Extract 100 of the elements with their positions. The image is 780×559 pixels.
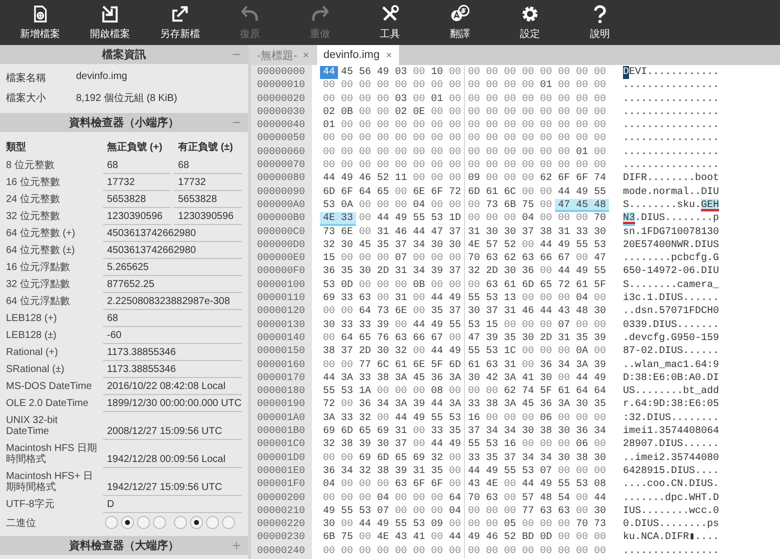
bit-radio[interactable] (121, 516, 134, 529)
hex-bytes: 32 38 39 30 37 00 44 49 (322, 438, 462, 452)
type-label: OLE 2.0 DateTime (6, 397, 90, 411)
value-field[interactable]: 1942/12/27 15:09:56 UTC (103, 479, 242, 496)
bit-radio[interactable] (153, 516, 166, 529)
offset-label: 000000F0 (257, 265, 306, 279)
ascii-text: 0339.DIUS....... (623, 318, 720, 332)
offset-label: 000000A0 (257, 198, 306, 212)
hex-bytes: 49 55 53 07 00 00 00 04 (322, 504, 462, 518)
type-label: UNIX 32-bit DateTime (6, 414, 59, 439)
hex-bytes: 36 35 30 2D 31 34 39 37 (322, 265, 462, 279)
value-field[interactable]: 1173.38855346 (103, 361, 242, 378)
bit-radio[interactable] (222, 516, 235, 529)
expand-icon[interactable] (231, 540, 242, 551)
hex-bytes: 30 33 33 39 00 44 49 55 (322, 318, 462, 332)
ascii-text: D:38:E6:0B:A0.DI (623, 372, 720, 386)
hex-bytes: 00 00 00 00 00 00 01 00 (467, 146, 608, 160)
type-label: 64 位元整數 (±) (6, 244, 76, 258)
hex-bytes: 6D 61 6C 00 00 44 49 55 (467, 186, 608, 199)
hex-bytes: 47 39 35 30 2D 31 35 39 (467, 332, 608, 346)
ascii-text: ................ (623, 106, 720, 120)
hex-bytes: 00 44 49 55 53 1D (358, 212, 462, 226)
open-file-button[interactable]: 開啟檔案 (75, 0, 145, 45)
hex-bytes: 00 00 00 00 00 00 00 00 (467, 66, 608, 80)
ascii-text: DIFR........boot (623, 172, 720, 186)
ascii-text: EVI............ (629, 66, 720, 80)
hex-bytes: 00 00 69 6D 65 69 32 00 (322, 452, 462, 465)
hex-bytes: 32 30 45 35 37 34 30 30 (322, 238, 462, 252)
info-value: devinfo.img (76, 71, 128, 84)
translate-button[interactable]: 翻譯 (425, 0, 495, 45)
panel-header[interactable]: 資料檢查器（小端序） (0, 113, 248, 132)
ascii-text: 87-02.DIUS...... (623, 345, 720, 359)
hex-bytes: 00 00 64 73 6E 00 35 37 (322, 305, 462, 319)
settings-button[interactable]: 設定 (495, 0, 565, 45)
hex-bytes: 00 00 62 74 5F 61 64 64 (467, 385, 608, 398)
hex-bytes: 44 3A 33 38 3A 45 36 3A (322, 372, 462, 386)
file-tab[interactable]: devinfo.img (317, 45, 399, 65)
value-field[interactable]: 1230390596 (103, 208, 171, 225)
type-label: UTF-8字元 (6, 498, 56, 512)
ascii-text: 6428915.DIUS.... (623, 464, 720, 478)
value-field[interactable]: 17732 (103, 174, 171, 191)
close-icon[interactable] (384, 51, 393, 59)
bit-radio[interactable] (190, 516, 203, 529)
value-field[interactable]: -60 (103, 327, 242, 344)
help-button[interactable]: 說明 (565, 0, 635, 45)
bit-radio[interactable] (206, 516, 219, 529)
ascii-text: 28907.DIUS...... (623, 438, 720, 452)
panel-header[interactable]: 檔案資訊 (0, 45, 248, 64)
offset-label: 00000090 (257, 186, 306, 199)
ascii-text: IUS........wcc.0 (623, 504, 720, 518)
settings-icon (520, 4, 540, 24)
value-field[interactable]: 17732 (174, 174, 242, 191)
offset-label: 00000170 (257, 372, 306, 386)
value-field[interactable]: 1899/12/30 00:00:00.000 UTC (103, 395, 242, 412)
value-field[interactable]: 1942/12/28 00:09:56 Local (103, 451, 242, 468)
ascii-text: .DIUS........p (635, 212, 720, 226)
ascii-text: .......dpc.WHT.D (623, 492, 720, 505)
value-field[interactable]: 68 (103, 157, 171, 174)
hex-bytes: 00 00 00 00 00 00 00 00 (467, 92, 608, 106)
new-file-button[interactable]: 新增檔案 (5, 0, 75, 45)
ascii-text: ................ (623, 79, 720, 93)
type-label: SRational (±) (6, 363, 66, 377)
offset-label: 00000060 (257, 146, 306, 160)
value-field[interactable]: 5653828 (103, 191, 171, 208)
type-label: 16 位元浮點數 (6, 260, 71, 275)
value-field[interactable]: 5653828 (174, 191, 242, 208)
offset-label: 00000150 (257, 345, 306, 359)
value-field[interactable]: D (103, 496, 242, 513)
translate-bubbles-icon (450, 4, 470, 24)
value-field[interactable]: 5.265625 (103, 259, 242, 276)
hex-bytes: 31 30 30 37 38 31 33 30 (467, 226, 608, 239)
value-field[interactable]: 1230390596 (174, 208, 242, 225)
ascii-text: ..dsn.57071FDCH0 (623, 305, 720, 319)
value-field[interactable]: 877652.25 (103, 276, 242, 293)
value-field[interactable]: 68 (103, 310, 242, 327)
hex-bytes: 70 63 00 57 48 54 00 44 (467, 492, 608, 505)
hex-bytes: 33 35 37 34 34 30 38 30 (467, 452, 608, 465)
save-as-button[interactable]: 另存新檔 (145, 0, 215, 45)
column-header: 類型 (6, 140, 27, 155)
hex-bytes: 69 6D 65 69 31 00 33 35 (322, 425, 462, 438)
hex-bytes: 30 00 44 49 55 53 09 00 (322, 518, 462, 532)
value-field[interactable]: 4503613742662980 (103, 242, 242, 259)
ascii-text: 0.DIUS........ps (623, 518, 720, 532)
panel-header[interactable]: 資料檢查器（大端序） (0, 536, 248, 555)
offset-label: 00000130 (257, 318, 306, 332)
value-field[interactable]: 1173.38855346 (103, 344, 242, 361)
value-field[interactable]: 4503613742662980 (103, 225, 242, 242)
bit-radio[interactable] (105, 516, 118, 529)
tools-button[interactable]: 工具 (355, 0, 425, 45)
hex-bytes: 30 37 31 46 44 43 48 30 (467, 305, 608, 319)
value-field[interactable]: 2008/12/27 15:09:56 UTC (103, 423, 242, 440)
bit-radio[interactable] (174, 516, 187, 529)
value-field[interactable]: 68 (174, 157, 242, 174)
close-icon[interactable] (302, 51, 310, 59)
hex-bytes: 49 46 52 BD 0D 00 00 00 (467, 531, 608, 545)
hex-bytes: 00 00 00 00 00 00 00 00 (467, 106, 608, 120)
bit-radio[interactable] (137, 516, 150, 529)
hex-bytes: 00 73 6B 75 00 (467, 198, 554, 212)
value-field[interactable]: 2.2250808323882987e-308 (103, 293, 242, 310)
value-field[interactable]: 2016/10/22 08:42:08 Local (103, 378, 242, 395)
